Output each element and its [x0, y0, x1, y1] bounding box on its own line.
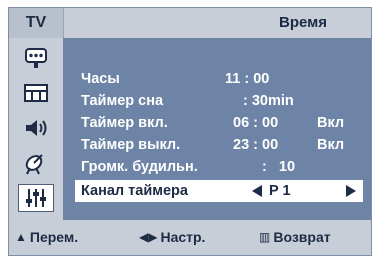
setup-icon[interactable]: [18, 184, 54, 212]
input-icon[interactable]: [18, 44, 54, 72]
sleep-timer-label: Таймер сна: [81, 93, 164, 109]
timer-channel-row[interactable]: Канал таймера P 1: [75, 180, 363, 202]
tv-osd-menu: TV Время Часы 11: 00 Таймер сна: 30min…: [8, 7, 372, 256]
alarm-volume-row[interactable]: Громк. будильн. : 10: [75, 156, 363, 178]
off-timer-row[interactable]: Таймер выкл. 23 : 00 Вкл: [75, 134, 363, 156]
return-hint-label: Возврат: [273, 229, 331, 245]
off-timer-value: 23 : 00: [233, 137, 279, 153]
help-bar: ▲ Перем. ◀▶ Настр. ▥ Возврат: [9, 220, 371, 255]
timer-channel-label: Канал таймера: [81, 183, 188, 199]
on-timer-label: Таймер вкл.: [81, 115, 168, 131]
page-title: Время: [279, 14, 327, 31]
channel-icon[interactable]: [18, 149, 54, 177]
sleep-timer-value: : 30min: [243, 93, 294, 109]
move-hint: ▲ Перем.: [15, 220, 78, 255]
leftright-icon: ◀▶: [139, 230, 158, 244]
off-timer-label: Таймер выкл.: [81, 137, 181, 153]
adjust-hint: ◀▶ Настр.: [139, 220, 205, 255]
time-settings-panel: Часы 11 : 00 Таймер сна : 30min Таймер в…: [63, 38, 371, 220]
adjust-hint-label: Настр.: [160, 229, 206, 245]
off-timer-state: Вкл: [317, 137, 345, 153]
menu-header: TV Время: [9, 8, 371, 38]
menu-sidebar: [9, 38, 63, 220]
arrow-right-icon[interactable]: [346, 185, 356, 197]
alarm-volume-label: Громк. будильн.: [81, 159, 198, 175]
move-hint-label: Перем.: [29, 229, 79, 245]
sleep-timer-row[interactable]: Таймер сна : 30min: [75, 90, 363, 112]
clock-row[interactable]: Часы 11 : 00: [75, 68, 363, 90]
on-timer-row[interactable]: Таймер вкл. 06 : 00 Вкл: [75, 112, 363, 134]
timer-channel-value: P 1: [269, 183, 291, 199]
sound-icon[interactable]: [18, 114, 54, 142]
on-timer-state: Вкл: [317, 115, 345, 131]
arrow-left-icon[interactable]: [252, 185, 262, 197]
menu-icon: ▥: [259, 230, 271, 244]
tv-label: TV: [9, 8, 64, 38]
clock-label: Часы: [81, 71, 120, 87]
alarm-volume-value: : 10: [262, 159, 296, 175]
clock-value: 11 : 00: [225, 71, 270, 87]
on-timer-value: 06 : 00: [233, 115, 279, 131]
updown-icon: ▲: [15, 230, 27, 244]
return-hint: ▥ Возврат: [259, 220, 331, 255]
picture-icon[interactable]: [18, 79, 54, 107]
